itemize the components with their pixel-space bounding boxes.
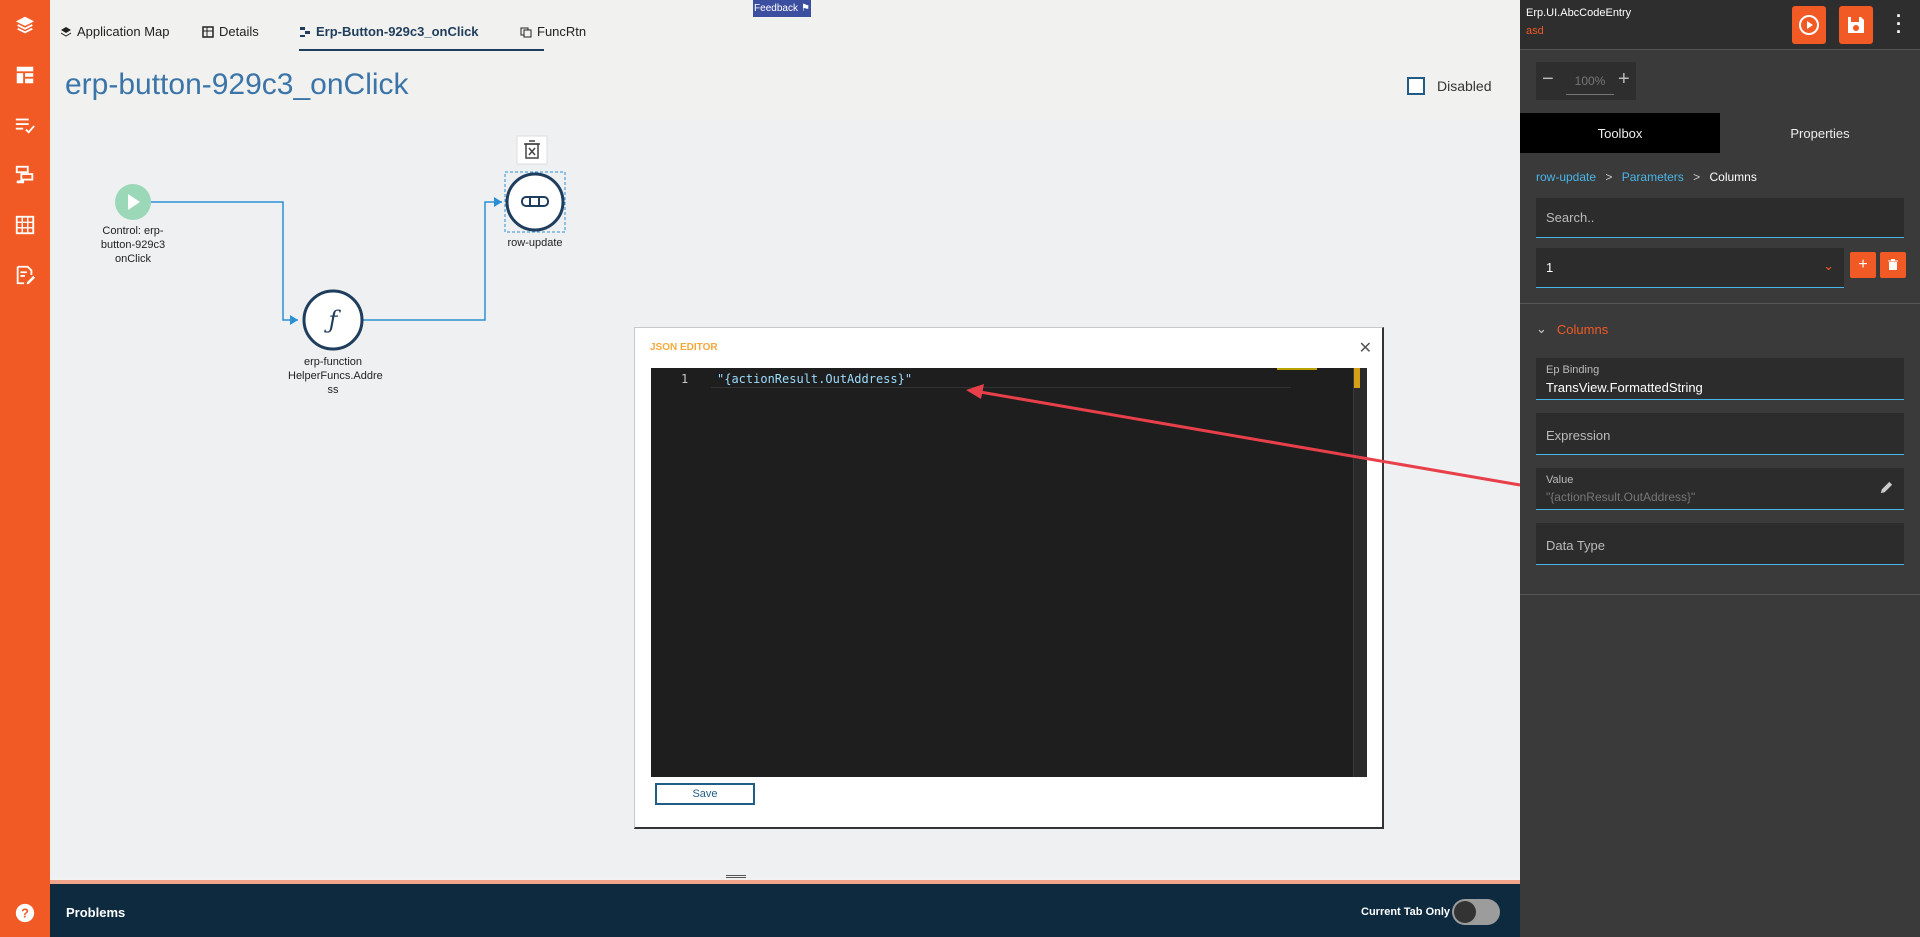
chevron-down-icon: ⌄ — [1823, 258, 1834, 273]
checklist-icon[interactable] — [12, 112, 38, 138]
close-icon[interactable]: ✕ — [1359, 338, 1372, 358]
divider — [1520, 594, 1920, 595]
app-subtitle: asd — [1526, 25, 1544, 37]
columns-section-header[interactable]: ⌄ Columns — [1536, 321, 1608, 337]
add-button[interactable]: + — [1850, 252, 1876, 278]
value-field[interactable]: Value "{actionResult.OutAddress}" — [1536, 468, 1904, 510]
play-circle-icon — [1799, 15, 1819, 35]
help-icon[interactable]: ? — [12, 900, 38, 926]
dialog-title: JSON EDITOR — [650, 342, 718, 353]
tab-toolbox[interactable]: Toolbox — [1520, 113, 1720, 153]
app-title: Erp.UI.AbcCodeEntry — [1526, 7, 1632, 19]
run-button[interactable] — [1792, 6, 1826, 44]
grid-icon[interactable] — [12, 212, 38, 238]
search-input[interactable]: Search.. — [1536, 198, 1904, 238]
chevron-down-icon: ⌄ — [1536, 321, 1547, 336]
feedback-label: Feedback — [754, 3, 798, 14]
row-update-node-label: row-update — [507, 237, 563, 249]
page-title: erp-button-929c3_onClick — [65, 68, 409, 101]
save-button[interactable]: Save — [655, 783, 755, 805]
delete-button[interactable] — [1880, 252, 1906, 278]
ep-binding-value: TransView.FormattedString — [1546, 380, 1703, 395]
tab-funcrtn[interactable]: FuncRtn — [520, 24, 586, 50]
copy-icon — [520, 27, 532, 38]
divider — [1520, 303, 1920, 304]
data-type-field[interactable]: Data Type — [1536, 523, 1904, 565]
value-value: "{actionResult.OutAddress}" — [1546, 490, 1696, 504]
delete-node-button[interactable] — [516, 135, 548, 165]
scrollbar-marker — [1354, 368, 1360, 388]
disabled-checkbox[interactable] — [1407, 77, 1425, 95]
zoom-out-button[interactable]: − — [1542, 68, 1554, 91]
function-node-label: erp-function HelperFuncs.Addre ss — [288, 356, 383, 396]
expression-label: Expression — [1546, 428, 1611, 443]
data-type-label: Data Type — [1546, 538, 1606, 553]
function-node[interactable]: ƒ — [302, 289, 364, 351]
tab-label: Application Map — [77, 24, 170, 39]
tab-label: Erp-Button-929c3_onClick — [316, 24, 479, 39]
tab-properties[interactable]: Properties — [1720, 113, 1920, 153]
column-select[interactable]: 1 ⌄ — [1536, 248, 1844, 288]
floppy-icon — [1848, 17, 1864, 33]
start-node-label: Control: erp- button-929c3 onClick — [100, 225, 166, 265]
breadcrumb: row-update > Parameters > Columns — [1536, 170, 1757, 184]
problems-panel: Problems Current Tab Only — [50, 880, 1520, 937]
left-rail: ? — [0, 0, 50, 937]
plus-icon: + — [1858, 256, 1868, 273]
pencil-icon[interactable] — [1879, 480, 1894, 498]
problems-label[interactable]: Problems — [66, 905, 125, 920]
resize-handle[interactable] — [726, 875, 746, 878]
layers-icon[interactable] — [12, 12, 38, 38]
row-update-node[interactable] — [504, 171, 566, 233]
code-line[interactable]: "{actionResult.OutAddress}" — [717, 372, 912, 386]
zoom-control: − 100% + — [1536, 62, 1636, 100]
right-panel-header: Erp.UI.AbcCodeEntry asd · · · — [1520, 0, 1920, 50]
breadcrumb-parameters[interactable]: Parameters — [1622, 170, 1684, 184]
tab-label: Details — [219, 24, 259, 39]
tab-erp-button-onclick[interactable]: Erp-Button-929c3_onClick — [299, 24, 544, 51]
value-label: Value — [1546, 474, 1574, 486]
ep-binding-label: Ep Binding — [1546, 364, 1600, 376]
current-tab-only-toggle[interactable] — [1452, 899, 1500, 925]
select-value: 1 — [1546, 260, 1554, 275]
layers-icon — [60, 27, 72, 37]
expression-field[interactable]: Expression — [1536, 413, 1904, 455]
tab-label: FuncRtn — [537, 24, 587, 39]
trash-icon — [1888, 259, 1898, 270]
disabled-label: Disabled — [1437, 78, 1492, 94]
flag-icon: ⚑ — [800, 3, 810, 14]
code-editor[interactable]: 1 "{actionResult.OutAddress}" — [651, 368, 1367, 777]
tab-application-map[interactable]: Application Map — [60, 24, 170, 50]
ep-binding-field[interactable]: Ep Binding TransView.FormattedString — [1536, 358, 1904, 400]
tab-details[interactable]: Details — [202, 24, 259, 50]
search-placeholder: Search.. — [1546, 210, 1595, 225]
zoom-value[interactable]: 100% — [1566, 74, 1614, 95]
breadcrumb-separator: > — [1693, 170, 1701, 184]
feedback-button[interactable]: Feedback ⚑ — [753, 0, 811, 17]
breadcrumb-row-update[interactable]: row-update — [1536, 170, 1596, 184]
save-app-button[interactable] — [1839, 6, 1873, 44]
copy-icon[interactable] — [12, 162, 38, 188]
minimap-marker — [1277, 368, 1317, 370]
edit-document-icon[interactable] — [12, 262, 38, 288]
section-title: Columns — [1556, 321, 1609, 337]
breadcrumb-separator: > — [1605, 170, 1613, 184]
start-node[interactable] — [115, 184, 151, 220]
right-panel-tabs: Toolbox Properties — [1520, 113, 1920, 153]
breadcrumb-columns: Columns — [1709, 170, 1757, 184]
json-editor-dialog: JSON EDITOR ✕ 1 "{actionResult.OutAddres… — [634, 327, 1384, 829]
more-menu-icon[interactable]: · · · — [1896, 7, 1902, 41]
zoom-in-button[interactable]: + — [1618, 68, 1630, 91]
flow-icon — [300, 27, 310, 37]
line-number: 1 — [681, 372, 689, 386]
current-tab-only-label: Current Tab Only — [1361, 906, 1451, 918]
disabled-checkbox-row[interactable]: Disabled — [1407, 77, 1491, 95]
editor-scrollbar[interactable] — [1353, 368, 1367, 777]
right-panel: Erp.UI.AbcCodeEntry asd · · · − 100% + Too… — [1520, 0, 1920, 937]
svg-text:?: ? — [21, 906, 29, 921]
toggle-knob — [1454, 901, 1476, 923]
table-icon — [202, 26, 214, 38]
layout-icon[interactable] — [12, 62, 38, 88]
